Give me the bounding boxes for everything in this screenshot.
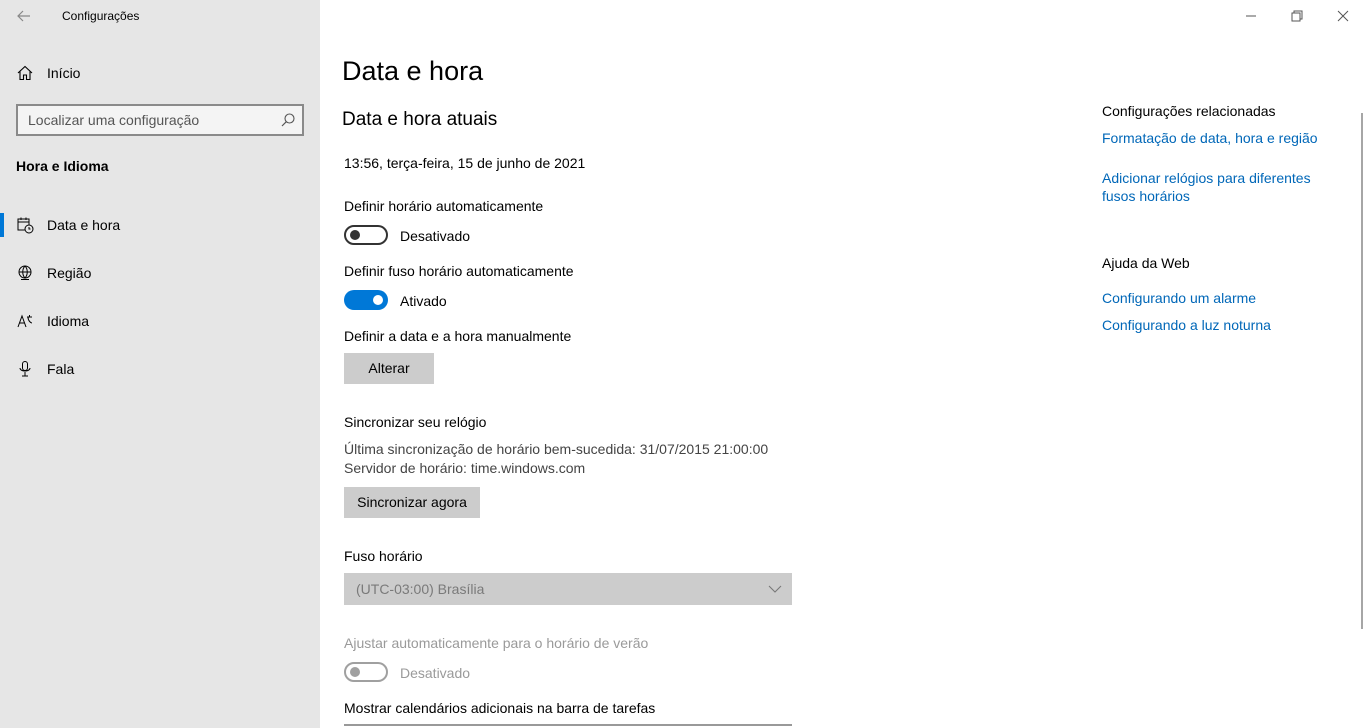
dst-state: Desativado	[400, 665, 471, 681]
sidebar: Configurações Início Localizar uma confi…	[0, 0, 320, 728]
sidebar-item-label: Idioma	[47, 313, 90, 329]
toggle-knob	[373, 295, 383, 305]
back-button[interactable]	[14, 6, 34, 26]
search-input[interactable]: Localizar uma configuração	[16, 104, 304, 136]
sidebar-item-label: Região	[47, 265, 92, 281]
manual-datetime-label: Definir a data e a hora manualmente	[344, 328, 572, 344]
current-datetime-value: 13:56, terça-feira, 15 de junho de 2021	[344, 155, 586, 171]
restore-icon	[1291, 10, 1303, 22]
timezone-select[interactable]: (UTC-03:00) Brasília	[344, 573, 792, 605]
current-datetime-heading: Data e hora atuais	[342, 109, 498, 130]
toggle-knob	[350, 230, 360, 240]
link-add-clocks[interactable]: Adicionar relógios para diferentes fusos…	[1102, 169, 1342, 205]
calendars-label: Mostrar calendários adicionais na barra …	[344, 700, 656, 716]
timezone-label: Fuso horário	[344, 548, 423, 564]
sidebar-item-label: Data e hora	[47, 217, 121, 233]
web-help-title: Ajuda da Web	[1102, 255, 1190, 271]
globe-icon	[18, 265, 32, 280]
auto-timezone-label: Definir fuso horário automaticamente	[344, 263, 574, 279]
change-button[interactable]: Alterar	[344, 353, 434, 384]
minimize-icon	[1246, 15, 1256, 17]
close-button[interactable]	[1320, 0, 1366, 32]
link-alarm-help[interactable]: Configurando um alarme	[1102, 289, 1342, 307]
dst-label: Ajustar automaticamente para o horário d…	[344, 635, 649, 651]
auto-time-label: Definir horário automaticamente	[344, 198, 544, 214]
auto-time-state: Desativado	[400, 228, 471, 244]
sidebar-item-regiao[interactable]: Região	[0, 255, 320, 291]
minimize-button[interactable]	[1228, 0, 1274, 32]
back-arrow-icon	[17, 10, 30, 22]
section-title: Hora e Idioma	[16, 158, 109, 174]
sync-last: Última sincronização de horário bem-suce…	[344, 441, 769, 457]
search-icon[interactable]	[280, 112, 296, 128]
app-title: Configurações	[62, 9, 140, 23]
microphone-icon	[19, 361, 31, 377]
sync-now-button[interactable]: Sincronizar agora	[344, 487, 480, 518]
link-date-time-region-format[interactable]: Formatação de data, hora e região	[1102, 129, 1342, 147]
link-night-light-help[interactable]: Configurando a luz noturna	[1102, 316, 1342, 334]
home-label: Início	[47, 65, 81, 81]
auto-timezone-toggle[interactable]	[344, 290, 388, 310]
sidebar-item-fala[interactable]: Fala	[0, 351, 320, 387]
calendar-clock-icon	[17, 217, 34, 234]
restore-button[interactable]	[1274, 0, 1320, 32]
chevron-down-icon	[768, 585, 782, 593]
auto-time-toggle[interactable]	[344, 225, 388, 245]
toggle-knob	[350, 667, 360, 677]
sync-title: Sincronizar seu relógio	[344, 414, 487, 430]
sync-server: Servidor de horário: time.windows.com	[344, 460, 586, 476]
scrollbar[interactable]	[1361, 113, 1363, 629]
auto-timezone-state: Ativado	[400, 293, 447, 309]
sidebar-item-idioma[interactable]: Idioma	[0, 303, 320, 339]
home-nav-item[interactable]: Início	[0, 59, 320, 89]
sidebar-item-data-e-hora[interactable]: Data e hora	[0, 207, 320, 243]
page-title: Data e hora	[342, 56, 484, 86]
calendars-select[interactable]	[344, 724, 792, 728]
timezone-value: (UTC-03:00) Brasília	[356, 581, 485, 597]
search-placeholder: Localizar uma configuração	[28, 112, 200, 128]
dst-toggle[interactable]	[344, 662, 388, 682]
sidebar-item-label: Fala	[47, 361, 75, 377]
related-settings-title: Configurações relacionadas	[1102, 103, 1276, 119]
language-icon	[17, 314, 33, 328]
home-icon	[17, 65, 33, 81]
close-icon	[1337, 10, 1349, 22]
